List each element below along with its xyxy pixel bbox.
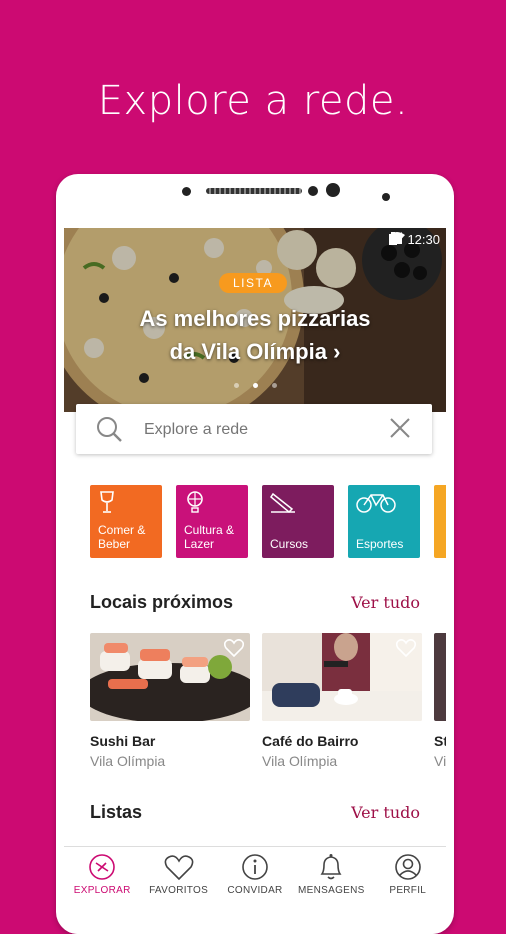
heart-icon <box>141 847 217 881</box>
search-icon <box>96 416 122 447</box>
category-cultura-lazer[interactable]: Cultura & Lazer <box>176 485 248 558</box>
pager-dot-active[interactable] <box>252 383 258 388</box>
pager-dot[interactable] <box>233 383 239 388</box>
sensor-dot <box>308 186 318 196</box>
tab-favoritos[interactable]: FAVORITOS <box>141 847 217 911</box>
category-row: Comer & Beber Cultura & Lazer Cursos Esp… <box>90 485 446 558</box>
hero-banner[interactable]: 12:30 LISTA As melhores pizzarias da Vil… <box>64 228 446 412</box>
sensor-dot <box>182 187 191 196</box>
category-label: Comer & Beber <box>98 523 146 551</box>
category-label: Cultura & Lazer <box>184 523 235 551</box>
place-area: Vila Olímpia <box>90 753 166 769</box>
bell-icon <box>293 847 369 881</box>
search-bar <box>76 404 432 454</box>
cafe-photo <box>262 633 422 721</box>
nearby-see-all-link[interactable]: Ver tudo <box>351 593 420 612</box>
place-name: Sushi Bar <box>90 733 156 749</box>
status-bar: 12:30 <box>389 232 440 247</box>
category-label: Cursos <box>270 537 309 551</box>
tab-convidar[interactable]: CONVIDAR <box>217 847 293 911</box>
pencil-icon <box>270 491 296 516</box>
balloon-icon <box>184 491 206 516</box>
category-cursos[interactable]: Cursos <box>262 485 334 558</box>
nearby-title: Locais próximos <box>90 592 234 612</box>
tab-label: MENSAGENS <box>298 885 365 896</box>
tab-label: EXPLORAR <box>73 885 131 896</box>
lists-title: Listas <box>90 802 143 822</box>
place-card[interactable]: Café do Bairro Vila Olímpia <box>262 633 422 769</box>
carousel-pager <box>64 383 446 388</box>
front-camera <box>326 183 340 197</box>
sushi-photo <box>90 633 250 721</box>
bicycle-icon <box>356 491 396 516</box>
tab-label: PERFIL <box>389 885 427 896</box>
user-icon <box>370 847 446 881</box>
place-photo <box>434 633 446 721</box>
phone-frame: 12:30 LISTA As melhores pizzarias da Vil… <box>56 174 454 934</box>
category-partial[interactable] <box>434 485 446 558</box>
hero-title-line1: As melhores pizzarias <box>139 306 371 331</box>
status-time: 12:30 <box>407 232 440 247</box>
tab-label: FAVORITOS <box>149 885 209 896</box>
app-screen: 12:30 LISTA As melhores pizzarias da Vil… <box>64 228 446 934</box>
headline: Explore a rede. <box>97 78 409 124</box>
place-card-partial[interactable]: St Vi <box>434 633 446 769</box>
tab-label: CONVIDAR <box>227 885 283 896</box>
tab-perfil[interactable]: PERFIL <box>370 847 446 911</box>
explore-icon <box>64 847 140 881</box>
place-area: Vi <box>434 753 446 769</box>
place-area: Vila Olímpia <box>262 753 338 769</box>
category-esportes[interactable]: Esportes <box>348 485 420 558</box>
bottom-tab-bar: EXPLORAR FAVORITOS CONVIDAR MENSAGENS PE… <box>64 846 446 911</box>
place-name: Café do Bairro <box>262 733 359 749</box>
hero-title-line2: da Vila Olímpia <box>169 339 327 364</box>
list-badge: LISTA <box>219 273 287 293</box>
place-name: St <box>434 733 446 749</box>
lists-see-all-link[interactable]: Ver tudo <box>351 803 420 822</box>
chevron-right-icon: › <box>333 339 341 364</box>
info-icon <box>217 847 293 881</box>
sensor-dot <box>382 193 390 201</box>
close-icon[interactable] <box>390 418 410 443</box>
earpiece-speaker <box>206 188 302 194</box>
tab-explorar[interactable]: EXPLORAR <box>64 847 140 911</box>
tab-mensagens[interactable]: MENSAGENS <box>293 847 369 911</box>
favorite-heart-icon[interactable] <box>223 639 245 662</box>
category-comer-beber[interactable]: Comer & Beber <box>90 485 162 558</box>
place-card[interactable]: Sushi Bar Vila Olímpia <box>90 633 250 769</box>
search-input[interactable] <box>142 416 376 444</box>
favorite-heart-icon[interactable] <box>395 639 417 662</box>
pager-dot[interactable] <box>271 383 277 388</box>
category-label: Esportes <box>356 537 404 551</box>
wine-glass-icon <box>98 491 116 516</box>
phone-top-bezel <box>56 174 454 228</box>
nearby-cards: Sushi Bar Vila Olímpia Café do Bairro Vi… <box>90 633 446 769</box>
hero-title[interactable]: As melhores pizzarias da Vila Olímpia › <box>64 302 446 368</box>
